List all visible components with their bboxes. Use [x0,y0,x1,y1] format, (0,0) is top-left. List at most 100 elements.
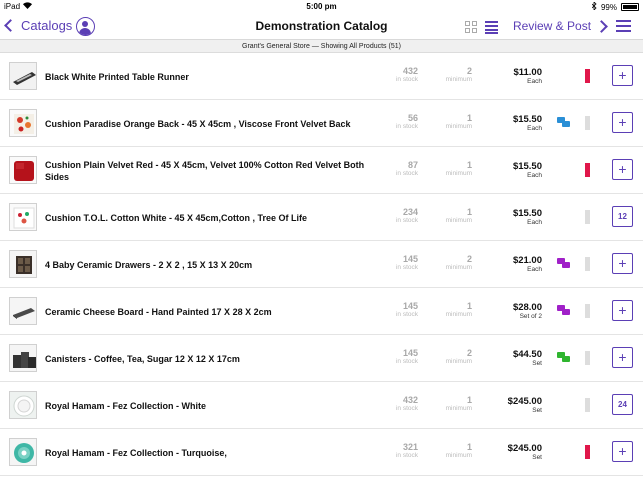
product-row[interactable]: Cushion T.O.L. Cotton White - 45 X 45cm,… [0,194,643,241]
stock-label: in stock [395,264,418,271]
add-button[interactable]: + [612,159,633,180]
product-name[interactable]: Canisters - Coffee, Tea, Sugar 12 X 12 X… [45,335,365,382]
price: $15.50 Each [490,114,542,133]
stock-label: in stock [395,358,418,365]
stock-label: in stock [395,311,418,318]
product-thumbnail[interactable] [9,344,37,372]
add-button[interactable]: + [612,112,633,133]
chat-icon[interactable] [557,70,570,81]
chat-icon[interactable] [557,211,570,222]
flag-marker[interactable] [585,351,590,365]
price-unit: Set [532,407,542,414]
chat-icon[interactable] [557,399,570,410]
status-bar: iPad 5:00 pm 99% [0,0,643,13]
product-row[interactable]: Canisters - Coffee, Tea, Sugar 12 X 12 X… [0,335,643,382]
price-amount: $44.50 [512,349,542,360]
product-name[interactable]: Black White Printed Table Runner [45,53,365,100]
chat-icon[interactable] [557,164,570,175]
flag-marker[interactable] [585,398,590,412]
status-right: 99% [591,1,639,12]
flag-marker[interactable] [585,304,590,318]
add-button[interactable]: + [612,253,633,274]
product-name[interactable]: Royal Hamam - Fez Collection - White [45,382,365,429]
minimum-value: 1 [466,395,472,405]
stock-value: 321 [402,442,418,452]
chat-icon[interactable] [557,446,570,457]
back-catalogs-button[interactable]: Catalogs [4,18,73,33]
add-button[interactable]: + [612,65,633,86]
chat-icon[interactable] [557,117,570,128]
product-name[interactable]: Royal Hamam - Fez Collection - Turquoise… [45,429,365,476]
product-name[interactable]: 4 Baby Ceramic Drawers - 2 X 2 , 15 X 13… [45,241,365,288]
flag-marker[interactable] [585,116,590,130]
review-post-button[interactable]: Review & Post [513,19,608,33]
product-row[interactable]: Royal Hamam - Fez Collection - White 432 i… [0,382,643,429]
store-subheader: Grant's General Store — Showing All Prod… [0,40,643,53]
chat-icon[interactable] [557,305,570,316]
stock-count: 321 in stock [378,442,418,460]
minimum-value: 1 [466,207,472,217]
product-thumbnail[interactable] [9,297,37,325]
add-button[interactable]: + [612,300,633,321]
product-thumbnail[interactable] [9,438,37,466]
product-thumbnail[interactable] [9,62,37,90]
grid-view-icon[interactable] [465,21,477,33]
product-row[interactable]: Ceramic Cheese Board - Hand Painted 17 X… [0,288,643,335]
product-thumbnail[interactable] [9,391,37,419]
minimum-value: 1 [466,160,472,170]
user-icon[interactable] [76,17,95,36]
price-unit: Set [532,454,542,461]
stock-count: 56 in stock [378,113,418,131]
stock-label: in stock [395,123,418,130]
minimum-count: 2 minimum [432,66,472,84]
stock-count: 145 in stock [378,254,418,272]
list-view-icon[interactable] [485,20,498,34]
product-thumbnail[interactable] [9,250,37,278]
price-unit: Set of 2 [519,313,542,320]
stock-value: 145 [402,254,418,264]
nav-bar: Catalogs Demonstration Catalog Review & … [0,13,643,40]
product-name[interactable]: Cushion Paradise Orange Back - 45 X 45cm… [45,100,365,147]
flag-marker[interactable] [585,210,590,224]
minimum-label: minimum [445,452,472,459]
product-row[interactable]: Black White Printed Table Runner 432 in st… [0,53,643,100]
stock-value: 145 [402,348,418,358]
product-thumbnail[interactable] [9,109,37,137]
price-unit: Each [527,266,542,273]
stock-value: 432 [402,66,418,76]
product-row[interactable]: 4 Baby Ceramic Drawers - 2 X 2 , 15 X 13… [0,241,643,288]
add-button[interactable]: + [612,347,633,368]
stock-label: in stock [395,76,418,83]
product-name[interactable]: Ceramic Cheese Board - Hand Painted 17 X… [45,288,365,335]
flag-marker[interactable] [585,257,590,271]
quantity-button[interactable]: 24 [612,394,633,415]
quantity-button[interactable]: 12 [612,206,633,227]
product-thumbnail[interactable] [9,203,37,231]
minimum-label: minimum [445,123,472,130]
minimum-count: 2 minimum [432,348,472,366]
price: $15.50 Each [490,161,542,180]
price-unit: Each [527,78,542,85]
stock-label: in stock [395,217,418,224]
chat-icon[interactable] [557,258,570,269]
price-unit: Each [527,219,542,226]
price-amount: $245.00 [507,443,542,454]
flag-marker[interactable] [585,445,590,459]
price: $15.50 Each [490,208,542,227]
product-name[interactable]: Cushion Plain Velvet Red - 45 X 45cm, Ve… [45,147,365,194]
flag-marker[interactable] [585,163,590,177]
product-row[interactable]: Cushion Plain Velvet Red - 45 X 45cm, Ve… [0,147,643,194]
flag-marker[interactable] [585,69,590,83]
price-amount: $28.00 [512,302,542,313]
menu-icon[interactable] [616,20,631,33]
add-button[interactable]: + [612,441,633,462]
product-row[interactable]: Cushion Paradise Orange Back - 45 X 45cm… [0,100,643,147]
battery-icon [621,3,639,11]
back-label: Catalogs [21,18,73,33]
product-thumbnail[interactable] [9,156,37,184]
product-row[interactable]: Royal Hamam - Fez Collection - Turquoise… [0,429,643,476]
product-name[interactable]: Cushion T.O.L. Cotton White - 45 X 45cm,… [45,194,365,241]
stock-label: in stock [395,170,418,177]
stock-value: 56 [407,113,418,123]
chat-icon[interactable] [557,352,570,363]
